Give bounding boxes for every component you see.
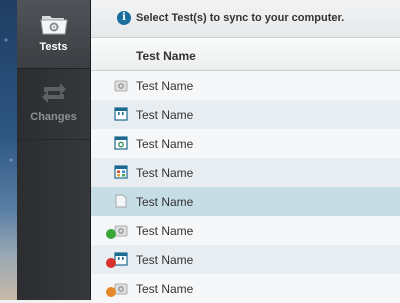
table-row[interactable]: Test Name — [91, 71, 400, 100]
table-row[interactable]: Test Name — [91, 245, 400, 274]
table-row[interactable]: Test Name — [91, 129, 400, 158]
test-list: Test Name Test Name Test Name Test Name … — [91, 71, 400, 303]
test-name: Test Name — [136, 166, 194, 180]
main-panel: i Select Test(s) to sync to your compute… — [91, 0, 400, 303]
folder-gear-icon — [114, 80, 128, 92]
sidebar-item-changes[interactable]: Changes — [17, 69, 90, 140]
test-name: Test Name — [136, 282, 194, 296]
table-row[interactable]: Test Name — [91, 158, 400, 187]
table-row[interactable]: Test Name — [91, 274, 400, 303]
folder-gear-icon — [114, 283, 128, 295]
folder-gear-icon — [114, 225, 128, 237]
success-check-icon — [106, 229, 116, 239]
test-name: Test Name — [136, 195, 194, 209]
table-row[interactable]: Test Name — [91, 100, 400, 129]
sidebar-item-tests[interactable]: Tests — [17, 0, 90, 69]
quote-doc-icon — [114, 252, 128, 266]
table-row[interactable]: Test Name — [91, 187, 400, 216]
test-name: Test Name — [136, 137, 194, 151]
warning-alert-icon — [106, 287, 116, 297]
info-text: Select Test(s) to sync to your computer. — [136, 12, 345, 24]
info-bar: i Select Test(s) to sync to your compute… — [91, 0, 400, 38]
test-name: Test Name — [136, 108, 194, 122]
sidebar: Tests Changes — [17, 0, 91, 300]
sidebar-item-label: Tests — [39, 41, 68, 53]
test-name: Test Name — [136, 253, 194, 267]
info-icon: i — [117, 11, 131, 25]
error-alert-icon — [106, 258, 116, 268]
column-header-test-name[interactable]: Test Name — [136, 49, 196, 63]
gear-doc-icon — [114, 136, 128, 150]
grid-doc-icon — [114, 165, 128, 179]
desktop-background — [0, 0, 17, 300]
sync-arrows-icon — [42, 83, 66, 103]
test-name: Test Name — [136, 79, 194, 93]
folder-gear-icon — [40, 16, 68, 35]
table-header[interactable]: Test Name — [91, 38, 400, 71]
quote-doc-icon — [114, 107, 128, 121]
table-row[interactable]: Test Name — [91, 216, 400, 245]
blank-doc-icon — [115, 194, 127, 208]
test-name: Test Name — [136, 224, 194, 238]
sidebar-item-label: Changes — [30, 111, 77, 123]
